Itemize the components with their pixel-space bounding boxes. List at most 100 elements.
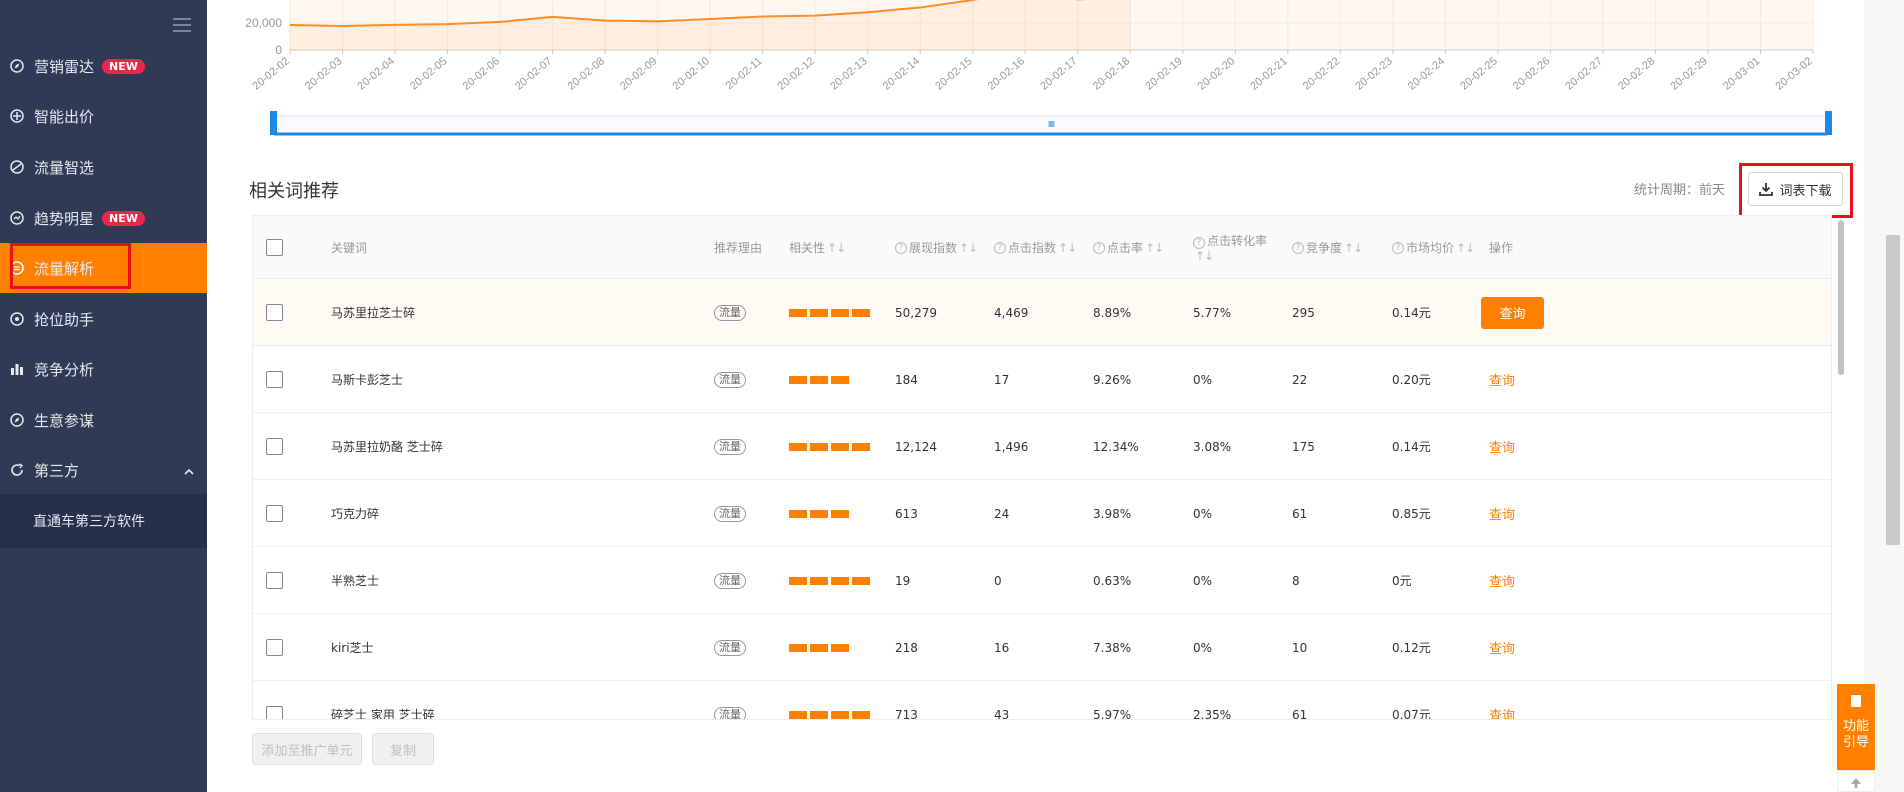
row-checkbox-cell [266, 614, 283, 681]
row-checkbox-cell [266, 547, 283, 614]
compass-icon [10, 59, 24, 73]
cell-keyword: 马斯卡彭芝士 [331, 346, 403, 413]
sidebar-item-1[interactable]: 智能出价 [0, 91, 207, 141]
competition-value: 175 [1292, 439, 1315, 454]
x-tick-label: 20-02-29 [1668, 55, 1709, 93]
help-icon: ? [1392, 241, 1404, 254]
cell-price: 0.07元 [1392, 681, 1431, 719]
cell-cvr: 5.77% [1193, 279, 1231, 346]
sidebar-item-7[interactable]: 生意参谋 [0, 395, 207, 445]
cell-competition: 61 [1292, 480, 1307, 547]
sidebar-item-0[interactable]: 营销雷达 NEW [0, 41, 207, 91]
ctr-value: 12.34% [1093, 439, 1139, 454]
table-row: 马斯卡彭芝士 流量 184 17 9.26% 0% 22 0.20元 查询 [253, 346, 1831, 413]
impressions-value: 19 [895, 573, 911, 588]
new-badge: NEW [102, 210, 145, 226]
x-tick-label: 20-02-16 [986, 55, 1027, 93]
row-checkbox[interactable] [266, 706, 283, 719]
sidebar-item-label: 流量智选 [34, 158, 95, 177]
relevance-bar [831, 710, 849, 719]
y-tick-label: 20,000 [245, 16, 282, 30]
sidebar-item-5[interactable]: 抢位助手 [0, 294, 207, 344]
ctr-value: 5.97% [1093, 707, 1132, 720]
keyword-table: 关键词 推荐理由 相关性 ↑↓ ? 展现指数 ↑↓ ? 点击指数 ↑↓ ? 点击率 ↑↓ ? 点… [252, 215, 1832, 720]
query-link[interactable]: 查询 [1489, 705, 1515, 719]
sidebar-subitem-third-party-software[interactable]: 直通车第三方软件 [33, 511, 145, 531]
cell-keyword: 马苏里拉芝士碎 [331, 279, 415, 346]
header-competition[interactable]: ? 竞争度 ↑↓ [1292, 216, 1363, 279]
table-row: 半熟芝士 流量 19 0 0.63% 0% 8 0元 查询 [253, 547, 1831, 614]
relevance-bars [789, 509, 849, 518]
sort-icon[interactable]: ↑↓ [1456, 241, 1475, 255]
query-link[interactable]: 查询 [1489, 370, 1515, 389]
price-value: 0.14元 [1392, 440, 1431, 454]
table-row: 马苏里拉奶酪 芝士碎 流量 12,124 1,496 12.34% 3.08% 175 0.1… [253, 413, 1831, 480]
row-checkbox[interactable] [266, 438, 283, 455]
target-icon [10, 109, 24, 123]
row-checkbox[interactable] [266, 304, 283, 321]
relevance-bar [810, 643, 828, 652]
reason-tag: 流量 [714, 639, 746, 656]
row-checkbox[interactable] [266, 572, 283, 589]
cell-action: 查询 [1489, 346, 1515, 413]
cell-impressions: 218 [895, 614, 918, 681]
sidebar-item-3[interactable]: 趋势明星 NEW [0, 193, 207, 243]
sort-icon[interactable]: ↑↓ [1058, 241, 1077, 255]
sort-icon[interactable]: ↑↓ [1145, 241, 1164, 255]
impressions-value: 50,279 [895, 305, 937, 320]
select-all-checkbox[interactable] [266, 239, 283, 256]
x-tick-label: 20-02-06 [461, 55, 502, 93]
related-words-title: 相关词推荐 [249, 181, 339, 202]
price-value: 0.85元 [1392, 507, 1431, 521]
header-impressions[interactable]: ? 展现指数 ↑↓ [895, 216, 978, 279]
header-price[interactable]: ? 市场均价 ↑↓ [1392, 216, 1475, 279]
reason-tag: 流量 [714, 572, 746, 589]
highlight-box-download [1739, 163, 1853, 218]
cell-relevance [789, 346, 849, 413]
sort-icon[interactable]: ↑↓ [959, 241, 978, 255]
back-to-top-button[interactable] [1837, 770, 1875, 792]
cell-action: 查询 [1489, 614, 1515, 681]
header-ctr[interactable]: ? 点击率 ↑↓ [1093, 216, 1164, 279]
relevance-bar [831, 442, 849, 451]
cell-keyword: 碎芝士 家用 芝士碎 [331, 681, 435, 719]
x-tick-label: 20-02-12 [776, 55, 817, 93]
copy-button[interactable]: 复制 [372, 733, 434, 765]
sidebar-item-2[interactable]: 流量智选 [0, 142, 207, 192]
keyword-value: kiri芝士 [331, 641, 374, 655]
menu-collapse-icon[interactable] [173, 18, 191, 32]
competition-value: 22 [1292, 372, 1308, 387]
query-link[interactable]: 查询 [1489, 638, 1515, 657]
page-scrollbar[interactable] [1886, 235, 1900, 545]
query-link[interactable]: 查询 [1489, 571, 1515, 590]
row-checkbox[interactable] [266, 639, 283, 656]
sidebar-item-8[interactable]: 第三方 [0, 445, 207, 495]
x-tick-label: 20-02-18 [1091, 55, 1132, 93]
query-link[interactable]: 查询 [1489, 437, 1515, 456]
row-checkbox[interactable] [266, 371, 283, 388]
sort-icon[interactable]: ↑↓ [827, 241, 846, 255]
header-relevance[interactable]: 相关性 ↑↓ [789, 216, 846, 279]
query-button[interactable]: 查询 [1481, 296, 1544, 329]
header-action: 操作 [1489, 241, 1514, 255]
sort-icon[interactable]: ↑↓ [1344, 241, 1363, 255]
cell-relevance [789, 614, 849, 681]
select-all-checkbox-cell [266, 216, 283, 279]
sidebar-item-6[interactable]: 竞争分析 [0, 344, 207, 394]
sort-icon[interactable]: ↑↓ [1195, 249, 1214, 263]
feature-guide-button[interactable]: 功能引导 [1837, 684, 1875, 770]
header-cvr[interactable]: ? 点击转化率 ↑↓ [1193, 216, 1267, 279]
competition-value: 61 [1292, 506, 1308, 521]
table-scrollbar[interactable] [1838, 220, 1844, 375]
row-checkbox[interactable] [266, 505, 283, 522]
cell-clicks: 0 [994, 547, 1002, 614]
relevance-bar [810, 442, 828, 451]
sidebar: 营销雷达 NEW 智能出价 流量智选 趋势明星 NEW 流量解析 抢位助手 竞争分析 生意参谋 第三… [0, 0, 207, 792]
cell-price: 0.85元 [1392, 480, 1431, 547]
chevron-up-icon[interactable] [183, 464, 195, 476]
cvr-value: 5.77% [1193, 305, 1232, 320]
add-to-unit-button[interactable]: 添加至推广单元 [252, 733, 362, 765]
new-badge: NEW [102, 58, 145, 74]
header-clicks[interactable]: ? 点击指数 ↑↓ [994, 216, 1077, 279]
query-link[interactable]: 查询 [1489, 504, 1515, 523]
